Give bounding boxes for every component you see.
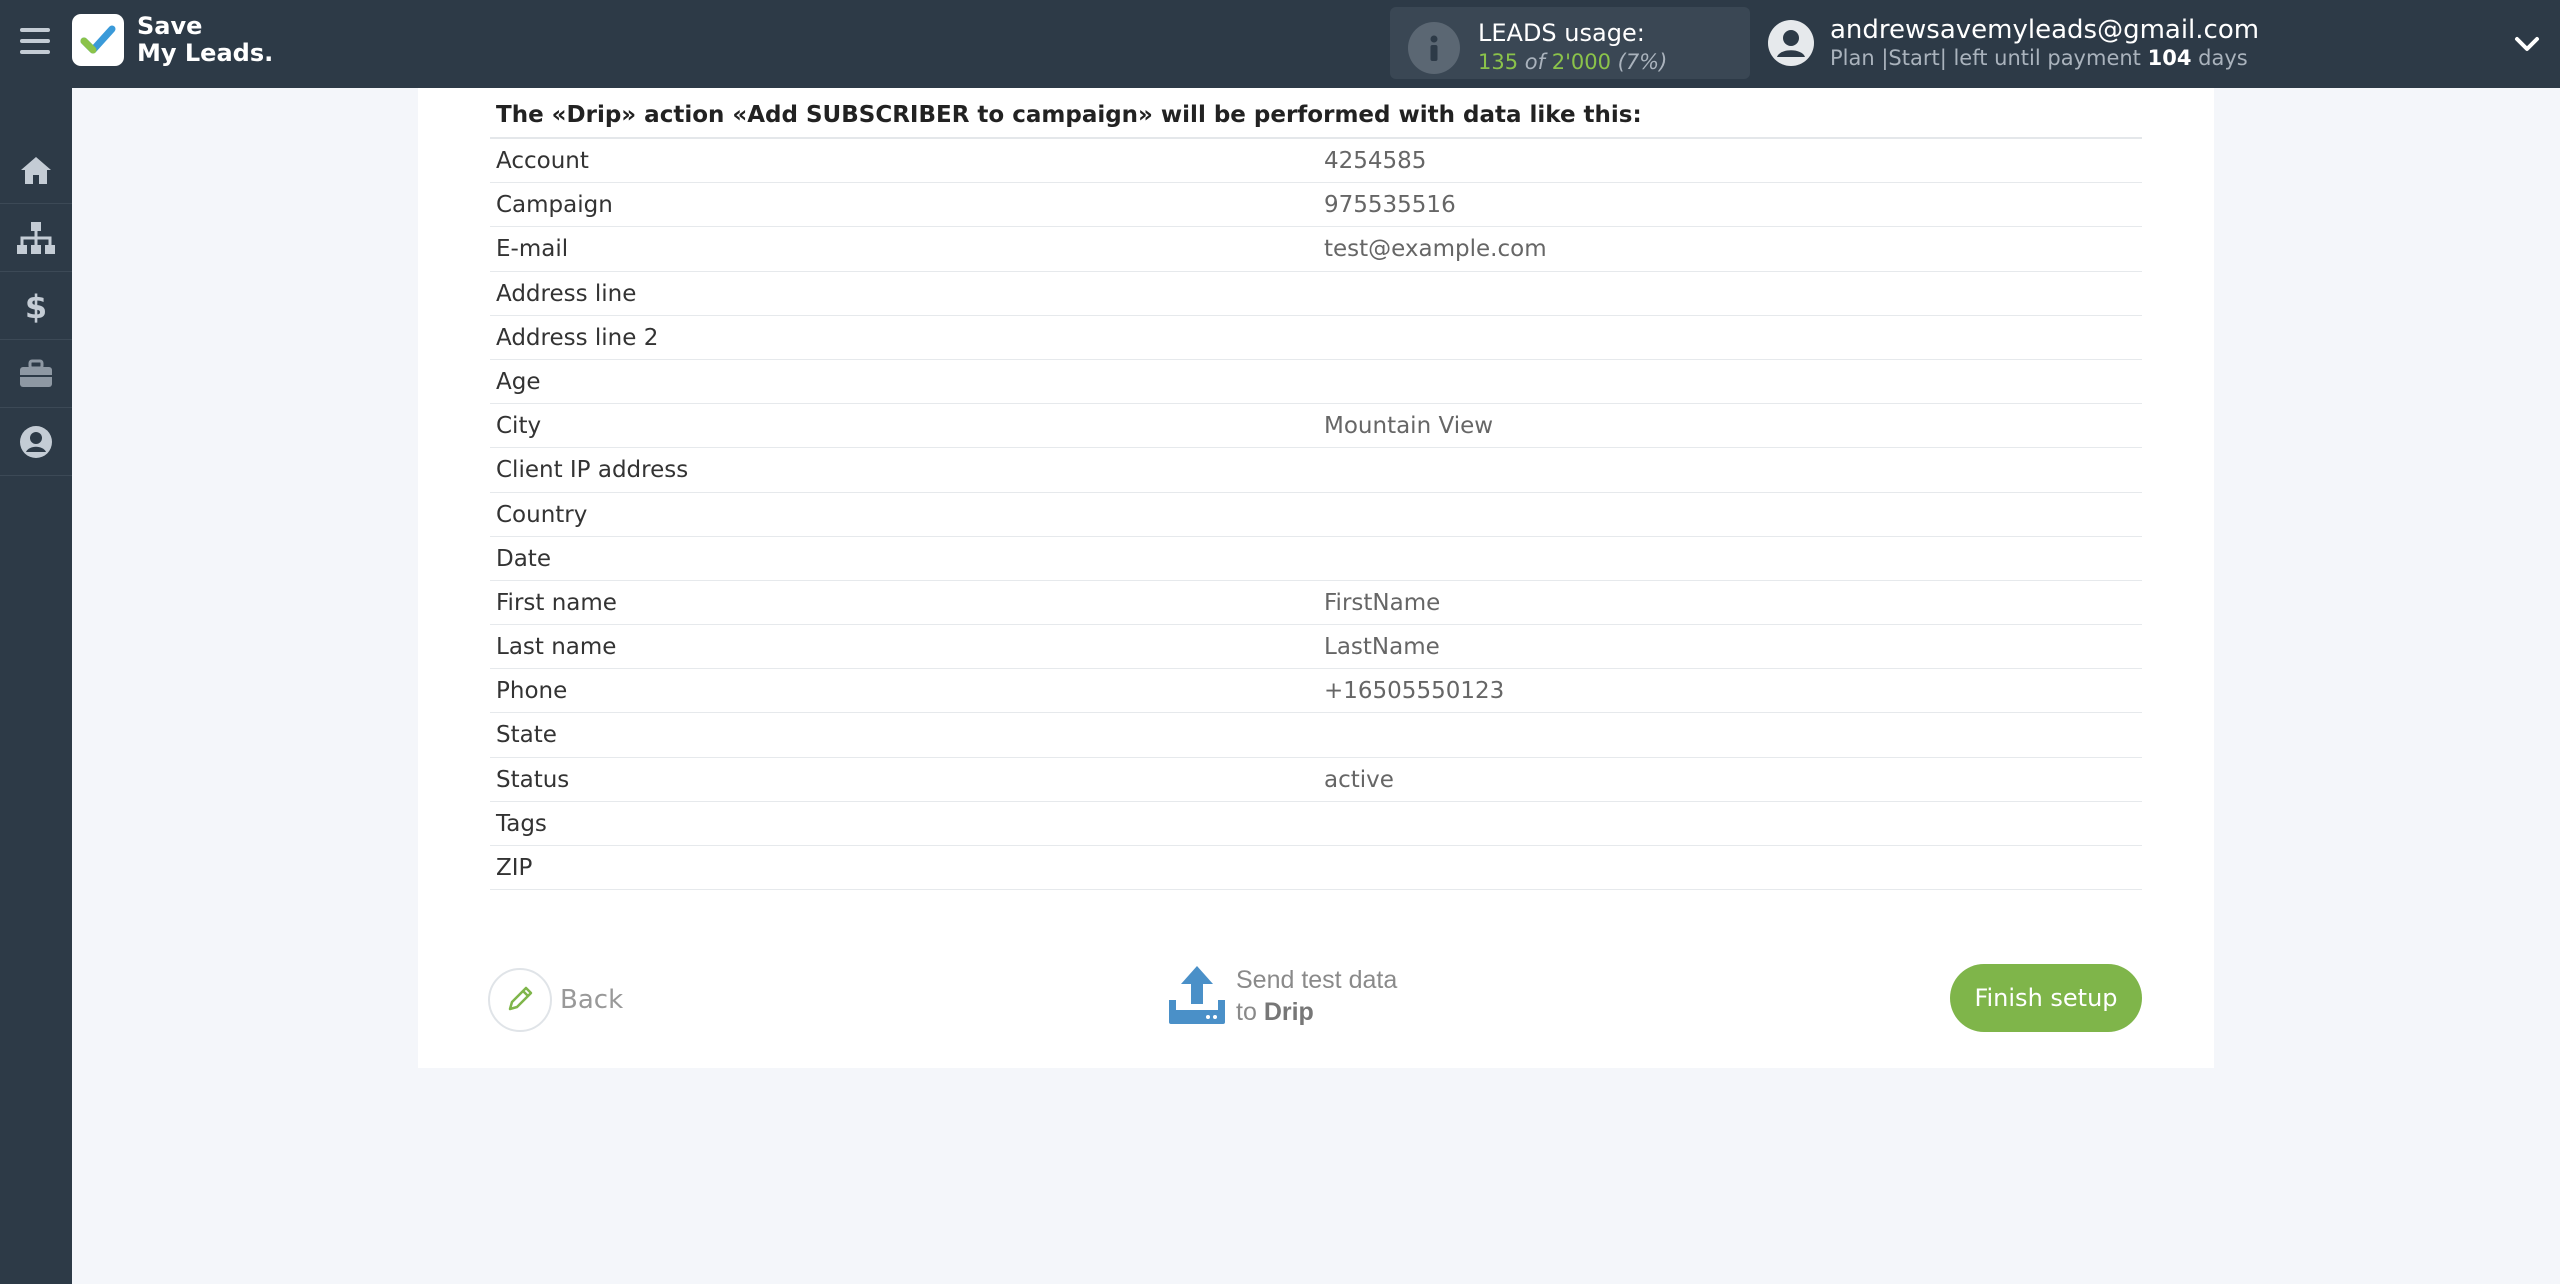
leads-used: 135 bbox=[1478, 50, 1519, 74]
chevron-down-icon[interactable] bbox=[2512, 30, 2542, 58]
upload-icon bbox=[1166, 964, 1228, 1026]
logo-icon[interactable] bbox=[72, 14, 124, 66]
row-value: active bbox=[1324, 766, 1394, 793]
data-table: Account 4254585 Campaign 975535516 E-mail tes… bbox=[490, 137, 2142, 891]
sidebar-item-account[interactable] bbox=[0, 408, 72, 476]
logo-line-1: Save bbox=[137, 12, 203, 40]
finish-setup-button[interactable]: Finish setup bbox=[1950, 964, 2142, 1032]
table-row: Date bbox=[490, 537, 2142, 581]
table-row: Address line bbox=[490, 272, 2142, 316]
user-plan: Plan |Start| left until payment 104 days bbox=[1830, 46, 2248, 70]
row-value: Mountain View bbox=[1324, 413, 1494, 440]
row-key: Age bbox=[496, 368, 541, 395]
sidebar: $ bbox=[0, 88, 72, 1284]
table-row: Phone +16505550123 bbox=[490, 669, 2142, 714]
table-row: State bbox=[490, 713, 2142, 758]
sidebar-item-home[interactable] bbox=[0, 136, 72, 204]
row-key: Date bbox=[496, 545, 551, 572]
table-row: Status active bbox=[490, 758, 2142, 802]
days-count: 104 bbox=[2147, 46, 2192, 70]
table-row: E-mail test@example.com bbox=[490, 227, 2142, 272]
plan-prefix: Plan |Start| left until payment bbox=[1830, 46, 2141, 70]
table-row: Last name LastName bbox=[490, 625, 2142, 670]
sidebar-item-connections[interactable] bbox=[0, 204, 72, 272]
user-circle-icon[interactable] bbox=[1767, 19, 1815, 67]
table-row: ZIP bbox=[490, 846, 2142, 891]
send-label-line-2: to Drip bbox=[1236, 998, 1314, 1027]
user-email[interactable]: andrewsavemyleads@gmail.com bbox=[1830, 15, 2259, 45]
row-key: Last name bbox=[496, 634, 617, 661]
row-key: Account bbox=[496, 148, 589, 174]
home-icon bbox=[21, 156, 51, 184]
row-key: Campaign bbox=[496, 192, 613, 219]
logo-line-2: My Leads. bbox=[137, 39, 274, 67]
row-key: Tags bbox=[496, 810, 547, 837]
send-label-line-1: Send test data bbox=[1236, 966, 1398, 994]
leads-usage-label: LEADS usage: bbox=[1478, 19, 1645, 47]
row-key: Address line bbox=[496, 280, 637, 307]
table-row: Country bbox=[490, 493, 2142, 537]
leads-limit: 2'000 bbox=[1551, 50, 1611, 74]
send-label-target: Drip bbox=[1263, 998, 1314, 1026]
send-label-prefix: to bbox=[1236, 998, 1257, 1026]
row-value: 4254585 bbox=[1324, 148, 1427, 174]
leads-usage-panel: LEADS usage: 135 of 2'000 (7%) bbox=[1390, 7, 1750, 79]
logo-text[interactable]: Save My Leads. bbox=[137, 13, 273, 67]
row-key: First name bbox=[496, 589, 617, 616]
row-key: ZIP bbox=[496, 855, 533, 881]
info-icon bbox=[1408, 22, 1460, 74]
leads-of: of bbox=[1524, 50, 1546, 74]
table-row: Client IP address bbox=[490, 448, 2142, 493]
row-key: Client IP address bbox=[496, 457, 689, 484]
row-key: Country bbox=[496, 501, 588, 528]
sidebar-item-tools[interactable] bbox=[0, 340, 72, 408]
dollar-icon: $ bbox=[25, 288, 47, 324]
row-value: test@example.com bbox=[1324, 236, 1547, 263]
leads-percent: (7%) bbox=[1617, 50, 1668, 74]
row-key: Address line 2 bbox=[496, 324, 659, 351]
briefcase-icon bbox=[20, 359, 52, 387]
user-circle-icon bbox=[20, 425, 52, 458]
row-value: LastName bbox=[1324, 634, 1440, 661]
sitemap-icon bbox=[17, 221, 55, 254]
row-value: +16505550123 bbox=[1324, 678, 1505, 705]
days-suffix: days bbox=[2198, 46, 2248, 70]
row-value: 975535516 bbox=[1324, 192, 1456, 219]
table-row: Address line 2 bbox=[490, 316, 2142, 360]
row-key: City bbox=[496, 413, 542, 440]
row-value: FirstName bbox=[1324, 589, 1441, 616]
sidebar-item-billing[interactable]: $ bbox=[0, 272, 72, 340]
pencil-icon bbox=[488, 968, 552, 1032]
page-heading: The «Drip» action «Add SUBSCRIBER to cam… bbox=[496, 102, 1642, 128]
table-row: Account 4254585 bbox=[490, 139, 2142, 184]
table-row: Campaign 975535516 bbox=[490, 183, 2142, 228]
back-label: Back bbox=[560, 985, 624, 1015]
table-row: City Mountain View bbox=[490, 404, 2142, 449]
row-key: State bbox=[496, 722, 557, 749]
table-row: First name FirstName bbox=[490, 581, 2142, 626]
send-test-data-button[interactable]: Send test data to Drip bbox=[1166, 960, 1426, 1030]
table-row: Age bbox=[490, 360, 2142, 405]
table-row: Tags bbox=[490, 802, 2142, 846]
row-key: Status bbox=[496, 766, 570, 793]
leads-usage-value: 135 of 2'000 (7%) bbox=[1478, 50, 1667, 74]
row-key: Phone bbox=[496, 678, 568, 705]
top-bar: Save My Leads. LEADS usage: 135 of 2'000… bbox=[0, 0, 2560, 88]
row-key: E-mail bbox=[496, 236, 569, 263]
back-button[interactable]: Back bbox=[488, 968, 628, 1032]
svg-text:$: $ bbox=[25, 288, 47, 324]
hamburger-icon[interactable] bbox=[20, 28, 50, 58]
